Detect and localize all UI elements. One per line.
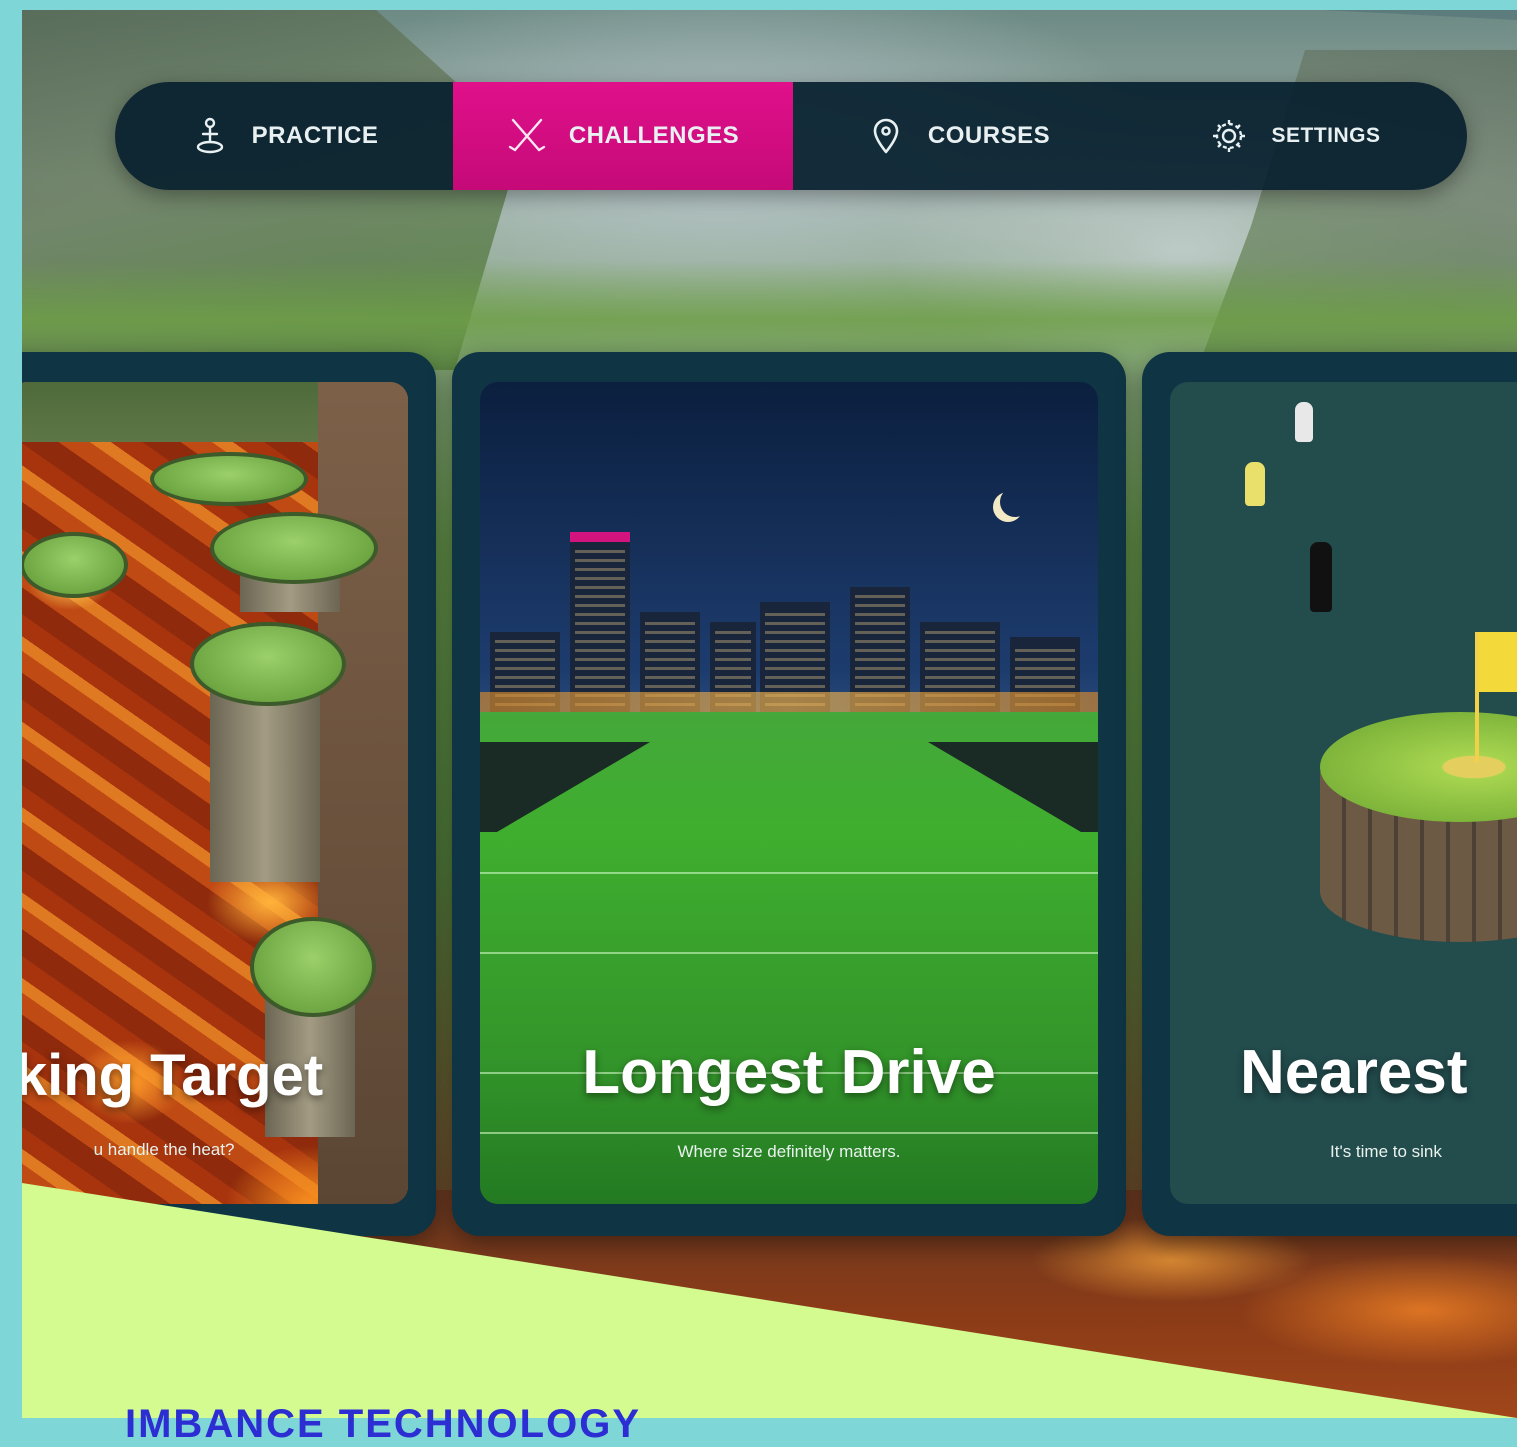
flag-icon [1479,632,1517,692]
card-image-putting-green: Nearest It's time to sink [1170,382,1517,1204]
city-skyline [480,532,1098,712]
crossed-clubs-icon [507,116,547,156]
challenge-card-nearest[interactable]: Nearest It's time to sink [1142,352,1517,1236]
nav-item-settings[interactable]: SETTINGS [1123,82,1467,190]
nav-label-challenges: CHALLENGES [568,122,740,149]
card-subtitle: u handle the heat? [93,1140,235,1159]
card-subtitle: Where size definitely matters. [677,1142,901,1161]
nav-item-courses[interactable]: COURSES [793,82,1123,190]
marker-white [1295,402,1313,442]
banner-text: IMBANCE TECHNOLOGY [125,1402,641,1446]
card-title: Longest Drive [582,1038,996,1107]
marker-yellow [1245,462,1265,506]
moon-icon [1000,487,1030,517]
gear-icon [1209,116,1249,156]
nav-item-challenges[interactable]: CHALLENGES [453,82,793,190]
nav-item-practice[interactable]: PRACTICE [115,82,453,190]
card-title: king Target [22,1043,324,1108]
card-image-city: Longest Drive Where size definitely matt… [480,382,1098,1204]
card-title: Nearest [1240,1038,1468,1107]
nav-label-settings: SETTINGS [1271,124,1381,147]
location-pin-icon [866,116,906,156]
challenge-card-longest-drive[interactable]: Longest Drive Where size definitely matt… [452,352,1126,1236]
challenge-card-left[interactable]: king Target u handle the heat? [22,352,436,1236]
main-nav-bar: PRACTICE CHALLENGES COURSES SETTINGS [115,82,1467,190]
nav-label-practice: PRACTICE [251,122,379,149]
game-background: PRACTICE CHALLENGES COURSES SETTINGS kin… [22,10,1517,1418]
card-subtitle: It's time to sink [1330,1142,1442,1161]
golfer-tee-icon [190,116,230,156]
card-image-lava: king Target u handle the heat? [22,382,408,1204]
nav-label-courses: COURSES [927,122,1051,149]
marker-black [1310,542,1332,612]
